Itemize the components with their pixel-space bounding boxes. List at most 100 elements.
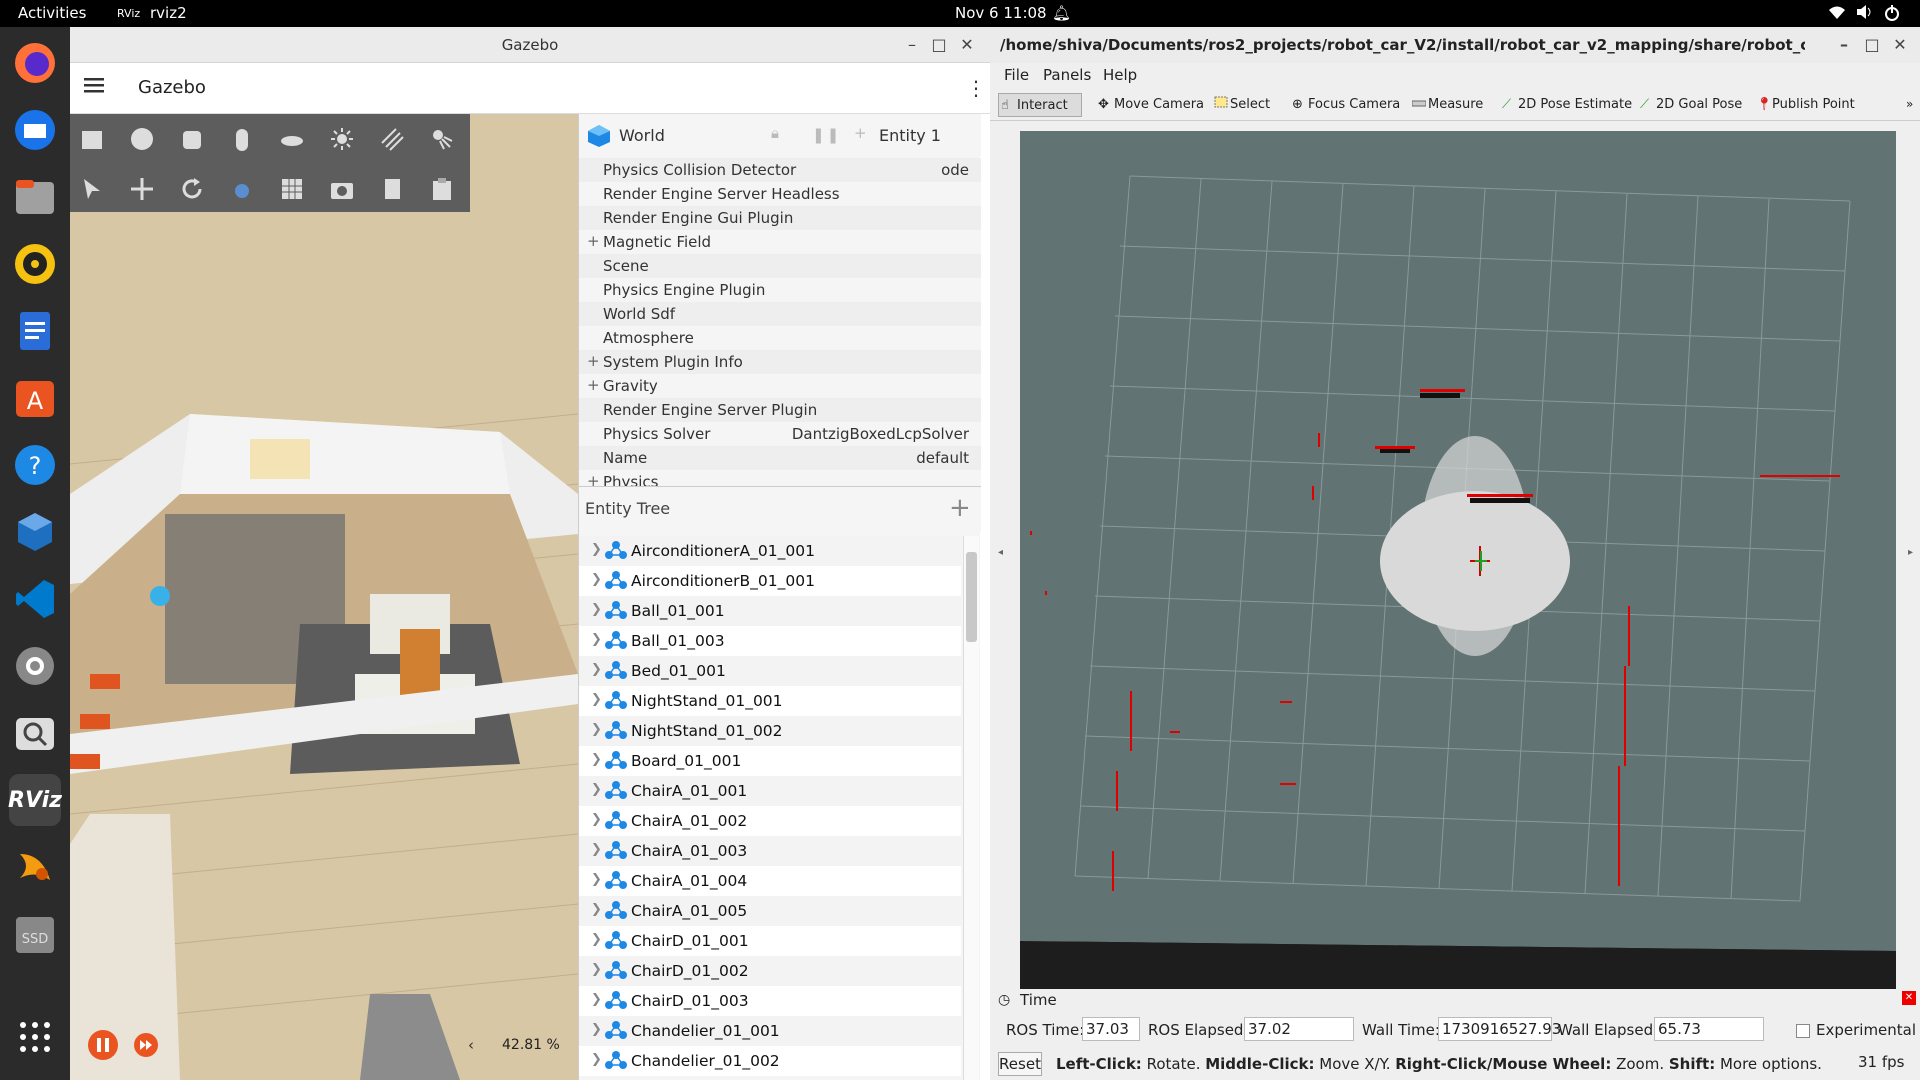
ros-elapsed-field[interactable]: 37.02 [1244,1017,1354,1041]
entity-tree-item[interactable]: ❯ Bed_01_001 [579,656,961,686]
capsule-shape-icon[interactable] [225,122,259,156]
expand-icon[interactable]: + [587,352,600,370]
entity-tree-item[interactable]: ❯ ChairD_01_001 [579,926,961,956]
minimize-icon[interactable]: – [1832,33,1856,57]
screenshot-tool-icon[interactable] [325,172,359,206]
pause-button[interactable] [88,1030,118,1060]
power-icon[interactable] [1884,4,1900,26]
ros-time-field[interactable]: 37.03 [1082,1017,1140,1041]
component-row[interactable]: Physics Engine Plugin [579,278,981,302]
entity-tree-item[interactable]: ❯ ChairD_01_003 [579,986,961,1016]
copy-icon[interactable] [375,172,409,206]
entity-tree-item[interactable]: ❯ ChairA_01_005 [579,896,961,926]
entity-tree-item[interactable]: ❯ NightStand_01_002 [579,716,961,746]
expand-arrow-icon[interactable]: ❯ [591,842,602,857]
pause-inspector-icon[interactable]: ❚❚ [812,126,841,144]
expand-arrow-icon[interactable]: ❯ [591,662,602,677]
tool-publish-point[interactable]: 📍︎ Publish Point [1754,93,1855,117]
app-center-icon[interactable]: A [9,372,61,424]
active-app-name[interactable]: rviz2 [150,4,187,22]
virtualbox-icon[interactable] [9,506,61,558]
translate-mode-icon[interactable] [125,172,159,206]
rhythmbox-icon[interactable] [9,238,61,290]
collapse-arrow-icon[interactable]: ‹ [468,1036,474,1054]
close-panel-icon[interactable]: ✕ [1902,991,1916,1005]
entity-tree-item[interactable]: ❯ Ball_01_001 [579,596,961,626]
component-row[interactable]: Physics Collision Detector ode [579,158,981,182]
vscode-icon[interactable] [9,573,61,625]
expand-arrow-icon[interactable]: ❯ [591,632,602,647]
component-row[interactable]: Atmosphere [579,326,981,350]
expand-arrow-icon[interactable]: ❯ [591,962,602,977]
tool-2d-goal-pose[interactable]: ⟋ 2D Goal Pose [1638,93,1742,117]
screenshot-icon[interactable] [9,707,61,759]
entity-tree-item[interactable]: ❯ ChairA_01_004 [579,866,961,896]
rviz-3d-view[interactable] [1020,131,1896,999]
step-forward-button[interactable] [134,1033,158,1057]
component-row[interactable]: + System Plugin Info [579,350,981,374]
left-dock-toggle-icon[interactable]: ◂ [998,547,1003,558]
close-icon[interactable]: ✕ [1888,33,1912,57]
grid-config-icon[interactable] [225,172,259,206]
expand-arrow-icon[interactable]: ❯ [591,932,602,947]
close-icon[interactable]: ✕ [955,33,979,57]
expand-arrow-icon[interactable]: ❯ [591,752,602,767]
toolbar-overflow-icon[interactable]: » [1906,97,1913,111]
expand-arrow-icon[interactable]: ❯ [591,602,602,617]
wall-time-field[interactable]: 1730916527.93 [1438,1017,1561,1041]
volume-icon[interactable] [1856,4,1874,24]
settings-icon[interactable] [9,640,61,692]
maximize-icon[interactable]: □ [1860,33,1884,57]
add-icon[interactable]: + [854,124,867,142]
rviz-title-bar[interactable]: /home/shiva/Documents/ros2_projects/robo… [990,27,1920,63]
experimental-checkbox[interactable] [1796,1024,1810,1038]
hamburger-menu-icon[interactable] [84,76,104,98]
clock[interactable]: Nov 6 11:08 [955,4,1047,22]
component-row[interactable]: Physics Solver DantzigBoxedLcpSolver [579,422,981,446]
expand-icon[interactable]: + [587,376,600,394]
entity-tree-item[interactable]: ❯ AirconditionerA_01_001 [579,536,961,566]
rotate-mode-icon[interactable] [175,172,209,206]
component-row[interactable]: Name default [579,446,981,470]
component-row[interactable]: Render Engine Server Headless [579,182,981,206]
sphere-shape-icon[interactable] [125,122,159,156]
entity-tree-item[interactable]: ❯ ChairA_01_001 [579,776,961,806]
paste-icon[interactable] [425,172,459,206]
tool-move-camera[interactable]: ✥ Move Camera [1096,93,1204,117]
point-light-icon[interactable] [325,122,359,156]
help-icon[interactable]: ? [9,439,61,491]
ssd-drive-icon[interactable]: SSD [9,908,61,960]
select-mode-icon[interactable] [75,172,109,206]
right-dock-toggle-icon[interactable]: ▸ [1908,547,1913,558]
entity-tree-item[interactable]: ❯ Board_01_001 [579,746,961,776]
ros-app-icon[interactable] [9,841,61,893]
expand-arrow-icon[interactable]: ❯ [591,722,602,737]
cylinder-shape-icon[interactable] [175,122,209,156]
expand-arrow-icon[interactable]: ❯ [591,872,602,887]
entity-tree-scrollbar[interactable] [963,536,979,1080]
menu-file[interactable]: File [1004,66,1029,84]
tool-focus-camera[interactable]: ⊕ Focus Camera [1290,93,1400,117]
expand-arrow-icon[interactable]: ❯ [591,992,602,1007]
minimize-icon[interactable]: – [900,33,924,57]
tool-measure[interactable]: Measure [1410,93,1483,117]
tool-interact[interactable]: ☝ Interact [998,93,1082,117]
entity-tree-item[interactable]: ❯ ChairA_01_003 [579,836,961,866]
expand-arrow-icon[interactable]: ❯ [591,692,602,707]
align-tool-icon[interactable] [275,172,309,206]
scrollbar-thumb[interactable] [966,552,977,642]
expand-arrow-icon[interactable]: ❯ [591,572,602,587]
expand-arrow-icon[interactable]: ❯ [591,812,602,827]
expand-arrow-icon[interactable]: ❯ [591,782,602,797]
thunderbird-icon[interactable] [9,104,61,156]
activities-button[interactable]: Activities [18,4,86,22]
entity-tree-item[interactable]: ❯ Ball_01_003 [579,626,961,656]
ellipsoid-shape-icon[interactable] [275,122,309,156]
lock-icon[interactable]: 🔒︎ [771,124,779,142]
scene-3d-view[interactable]: ‹ 42.81 % [70,114,578,1080]
show-apps-icon[interactable] [9,1011,61,1063]
box-shape-icon[interactable] [75,122,109,156]
component-row[interactable]: Render Engine Gui Plugin [579,206,981,230]
expand-arrow-icon[interactable]: ❯ [591,542,602,557]
expand-arrow-icon[interactable]: ❯ [591,902,602,917]
